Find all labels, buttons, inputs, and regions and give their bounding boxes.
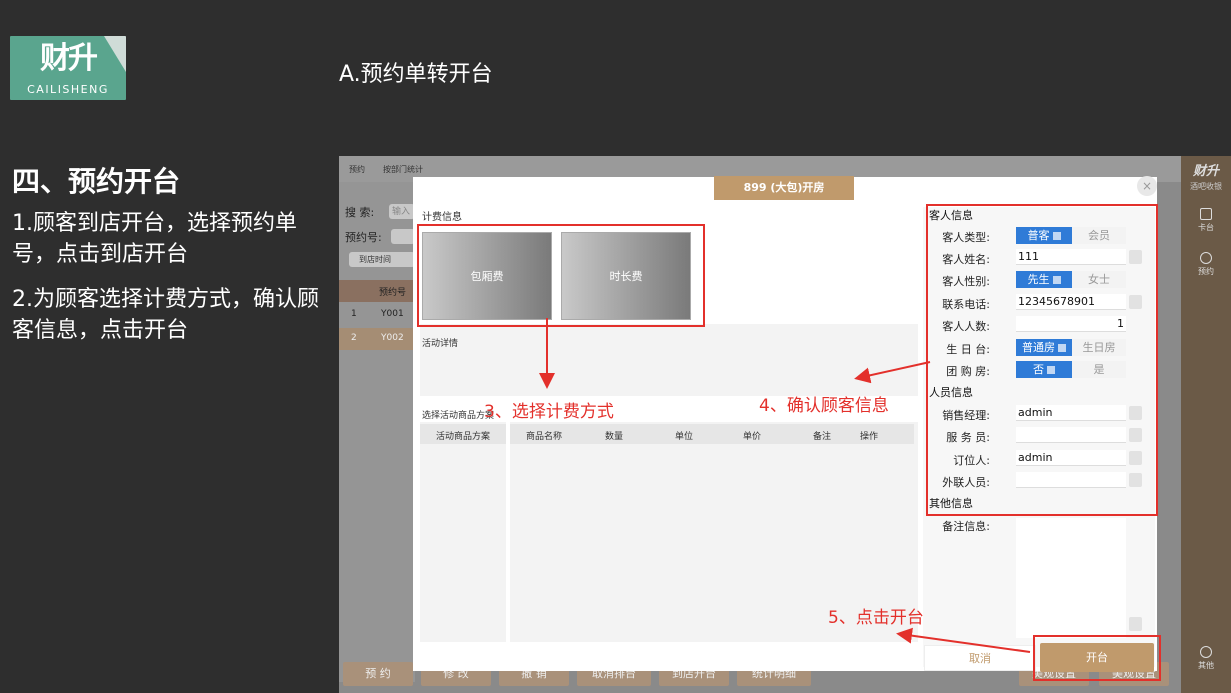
arrow-step-5 (896, 627, 1031, 653)
arrow-step-4 (854, 361, 931, 384)
annotation-arrows (539, 318, 1031, 653)
